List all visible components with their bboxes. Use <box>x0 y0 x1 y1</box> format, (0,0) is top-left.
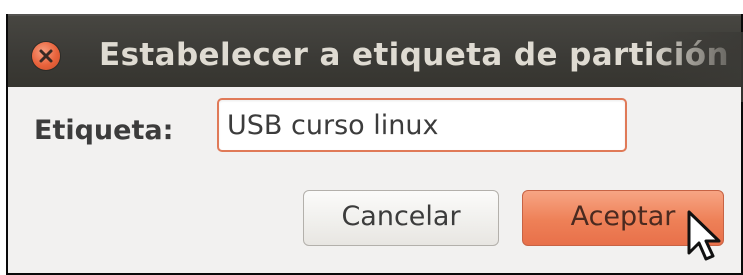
title-bar[interactable]: Estabelecer a etiqueta de partición <box>8 14 743 102</box>
dialog-content: Etiqueta: Cancelar Aceptar <box>8 87 741 273</box>
window-title: Estabelecer a etiqueta de partición <box>99 37 729 73</box>
label-input[interactable] <box>217 98 627 152</box>
label-etiqueta: Etiqueta: <box>34 115 174 146</box>
dialog-window: Estabelecer a etiqueta de partición Etiq… <box>0 0 743 275</box>
close-icon[interactable] <box>32 42 60 70</box>
arrow-cursor-icon <box>687 210 721 261</box>
top-edge <box>0 0 743 14</box>
cancel-button[interactable]: Cancelar <box>303 190 499 246</box>
